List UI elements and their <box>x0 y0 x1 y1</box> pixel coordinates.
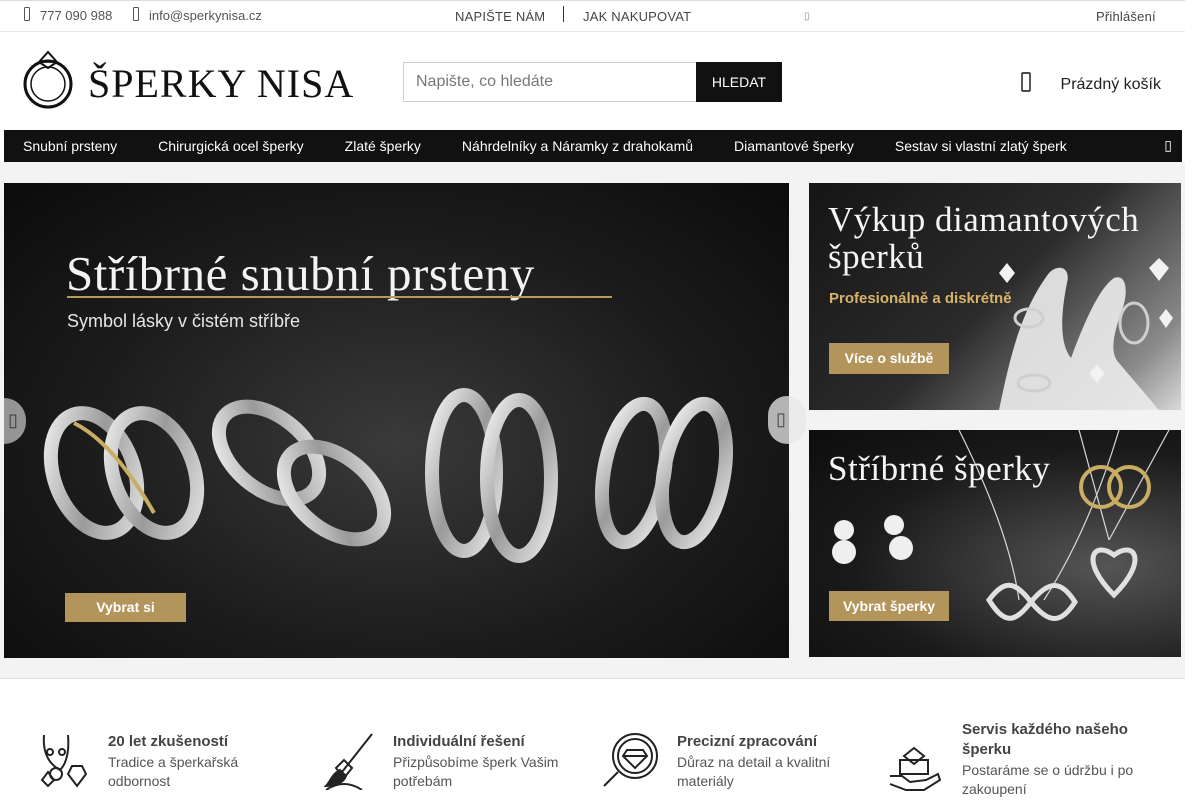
login-link[interactable]: Přihlášení <box>1096 9 1156 24</box>
brush-diamond-icon <box>323 733 373 790</box>
hero-title-underline <box>67 296 612 298</box>
nav-item-diamond-jewelry[interactable]: Diamantové šperky <box>734 138 854 154</box>
feature-desc-line1: Tradice a šperkařská <box>108 754 239 770</box>
feature-desc-line1: Důraz na detail a kvalitní <box>677 754 831 770</box>
banner-cta-button[interactable]: Vybrat šperky <box>829 591 949 621</box>
features-strip: 20 let zkušeností Tradice a šperkařská o… <box>0 680 1185 800</box>
top-bar: 777 090 988 info@sperkynisa.cz NAPIŠTE N… <box>0 0 1185 32</box>
cart-label[interactable]: Prázdný košík <box>1061 76 1161 94</box>
main-navigation: Snubní prsteny Chirurgická ocel šperky Z… <box>4 130 1182 162</box>
feature-desc-line1: Postaráme se o údržbu i po <box>962 762 1134 778</box>
banner-subtitle: Profesionálně a diskrétně <box>829 290 1012 307</box>
feature-text: Precizní zpracování Důraz na detail a kv… <box>677 732 830 791</box>
cart-icon <box>1020 72 1031 97</box>
feature-title-line1: Servis každého našeho <box>962 721 1128 738</box>
feature-desc-line2: potřebám <box>393 773 453 789</box>
nav-item-gemstone-necklaces[interactable]: Náhrdelníky a Náramky z drahokamů <box>462 138 693 154</box>
slider-next-button[interactable]: ▯ <box>768 396 806 444</box>
email-address[interactable]: info@sperkynisa.cz <box>149 8 262 23</box>
feature-desc: Důraz na detail a kvalitní materiály <box>677 753 830 791</box>
envelope-icon <box>133 7 139 24</box>
banner-title: Výkup diamantových šperků <box>828 201 1139 275</box>
nav-more-icon[interactable]: ▯ <box>1164 137 1172 154</box>
phone-contact[interactable]: 777 090 988 <box>24 7 112 24</box>
nav-item-wedding-rings[interactable]: Snubní prsteny <box>23 138 117 154</box>
link-how-to-buy[interactable]: JAK NAKUPOVAT <box>583 9 691 24</box>
chevron-left-icon: ▯ <box>8 410 18 430</box>
feature-desc-line2: zakoupení <box>962 781 1027 797</box>
necklace-icon <box>40 734 88 788</box>
feature-text: Individuální řešení Přizpůsobíme šperk V… <box>393 732 558 791</box>
ring-logo-icon <box>23 50 73 109</box>
search-input[interactable] <box>403 62 696 102</box>
link-write-us[interactable]: NAPIŠTE NÁM <box>455 9 545 24</box>
feature-title: Servis každého našeho šperku <box>962 720 1133 760</box>
feature-title-line2: šperku <box>962 741 1012 758</box>
feature-desc: Přizpůsobíme šperk Vašim potřebám <box>393 753 558 791</box>
logo[interactable]: ŠPERKY NISA <box>22 50 354 110</box>
feature-title: Precizní zpracování <box>677 733 818 750</box>
placeholder-icon: ▯ <box>804 11 810 22</box>
phone-number[interactable]: 777 090 988 <box>40 8 112 23</box>
banner-diamond-buyout[interactable]: Výkup diamantových šperků Profesionálně … <box>809 183 1181 410</box>
search-bar: HLEDAT <box>403 62 782 102</box>
nav-item-custom-gold[interactable]: Sestav si vlastní zlatý šperk <box>895 138 1067 154</box>
banner-title-line2: šperků <box>828 237 925 276</box>
feature-desc-line2: materiály <box>677 773 734 789</box>
nav-item-gold-jewelry[interactable]: Zlaté šperky <box>345 138 421 154</box>
hero-subtitle: Symbol lásky v čistém stříbře <box>67 311 301 331</box>
header: ŠPERKY NISA HLEDAT Prázdný košík <box>0 32 1185 130</box>
hand-ring-box-icon <box>889 746 942 791</box>
email-contact[interactable]: info@sperkynisa.cz <box>133 7 262 24</box>
logo-text: ŠPERKY NISA <box>88 60 355 106</box>
banner-title: Stříbrné šperky <box>828 449 1051 488</box>
feature-experience: 20 let zkušeností Tradice a šperkařská o… <box>36 730 238 791</box>
feature-desc-line2: odbornost <box>108 773 171 789</box>
phone-icon <box>24 7 30 24</box>
magnifier-diamond-icon <box>603 733 658 787</box>
nav-item-surgical-steel[interactable]: Chirurgická ocel šperky <box>158 138 304 154</box>
hero-cta-button[interactable]: Vybrat si <box>65 593 186 622</box>
feature-title: Individuální řešení <box>393 733 525 750</box>
feature-text: Servis každého našeho šperku Postaráme s… <box>962 720 1133 799</box>
feature-individual: Individuální řešení Přizpůsobíme šperk V… <box>322 730 558 791</box>
feature-desc-line1: Přizpůsobíme šperk Vašim <box>393 754 559 770</box>
feature-desc: Postaráme se o údržbu i po zakoupení <box>962 761 1133 799</box>
search-button[interactable]: HLEDAT <box>696 62 782 102</box>
chevron-right-icon: ▯ <box>776 409 786 429</box>
feature-precision: Precizní zpracování Důraz na detail a kv… <box>601 730 830 791</box>
feature-desc: Tradice a šperkařská odbornost <box>108 753 238 791</box>
topbar-divider <box>563 6 564 22</box>
hero-title: Stříbrné snubní prsteny <box>66 246 535 301</box>
feature-service: Servis každého našeho šperku Postaráme s… <box>888 720 1133 799</box>
feature-title: 20 let zkušeností <box>108 733 229 750</box>
feature-text: 20 let zkušeností Tradice a šperkařská o… <box>108 732 238 791</box>
banner-cta-button[interactable]: Více o službě <box>829 343 949 374</box>
hero-slider[interactable]: Stříbrné snubní prsteny Symbol lásky v č… <box>4 183 789 658</box>
banner-silver-jewelry[interactable]: Stříbrné šperky Vybrat šperky <box>809 430 1181 657</box>
cart[interactable]: Prázdný košík <box>1020 72 1161 97</box>
banner-title-line1: Výkup diamantových <box>828 200 1140 239</box>
